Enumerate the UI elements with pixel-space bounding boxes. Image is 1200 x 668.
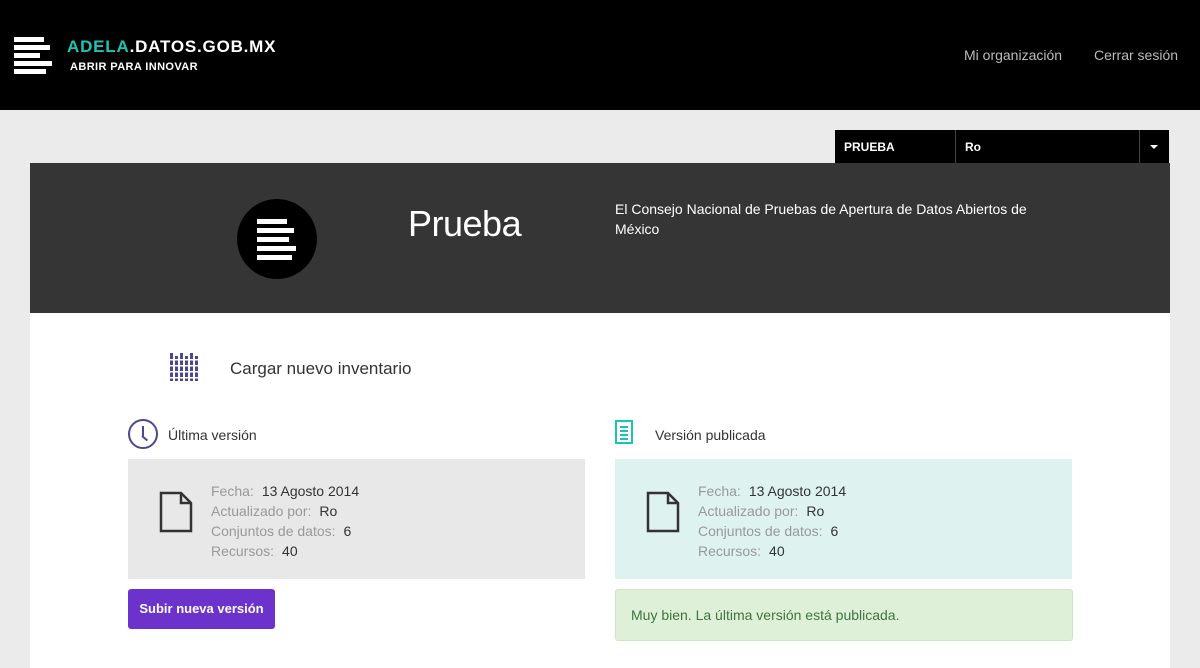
- upload-new-version-button[interactable]: Subir nueva versión: [128, 589, 275, 629]
- published-version-title: Versión publicada: [655, 427, 766, 443]
- detail-row-updated-by: Actualizado por: Ro: [211, 503, 338, 519]
- nav-link-my-organization[interactable]: Mi organización: [964, 47, 1062, 63]
- published-version-card: Fecha: 13 Agosto 2014 Actualizado por: Ro …: [615, 459, 1072, 579]
- detail-row-date: Fecha: 13 Agosto 2014: [211, 483, 360, 499]
- latest-version-details: Fecha: 13 Agosto 2014 Actualizado por: Ro …: [211, 481, 359, 561]
- nav-link-logout[interactable]: Cerrar sesión: [1094, 47, 1178, 63]
- brand-logo-icon: [14, 37, 52, 79]
- detail-row-datasets: Conjuntos de datos: 6: [698, 523, 839, 539]
- file-icon: [646, 491, 680, 533]
- clock-icon: [128, 419, 158, 449]
- organization-avatar: [237, 199, 317, 279]
- divider: [955, 130, 956, 163]
- file-icon: [159, 491, 193, 533]
- detail-row-resources: Recursos: 40: [211, 543, 298, 559]
- detail-row-resources: Recursos: 40: [698, 543, 785, 559]
- brand-title: ADELA.DATOS.GOB.MX: [67, 37, 277, 56]
- detail-row-datasets: Conjuntos de datos: 6: [211, 523, 352, 539]
- chevron-down-icon[interactable]: [1150, 145, 1158, 149]
- main-content: Cargar nuevo inventario Última versión V…: [30, 313, 1170, 668]
- detail-row-updated-by: Actualizado por: Ro: [698, 503, 825, 519]
- current-user: Ro: [965, 140, 981, 154]
- organization-header: Prueba El Consejo Nacional de Pruebas de…: [30, 163, 1170, 313]
- organization-selector[interactable]: PRUEBA Ro: [835, 130, 1169, 163]
- published-status-alert: Muy bien. La última versión está publica…: [615, 589, 1073, 641]
- upload-inventory-label: Cargar nuevo inventario: [230, 359, 412, 378]
- latest-version-card: Fecha: 13 Agosto 2014 Actualizado por: Ro …: [128, 459, 585, 579]
- published-version-details: Fecha: 13 Agosto 2014 Actualizado por: Ro …: [698, 481, 846, 561]
- detail-row-date: Fecha: 13 Agosto 2014: [698, 483, 847, 499]
- top-navbar: ADELA.DATOS.GOB.MX ABRIR PARA INNOVAR Mi…: [0, 0, 1200, 110]
- latest-version-title: Última versión: [168, 427, 257, 443]
- organization-title: Prueba: [408, 203, 522, 244]
- organization-description: El Consejo Nacional de Pruebas de Apertu…: [615, 201, 1027, 237]
- divider: [1139, 130, 1140, 163]
- barcode-grid-icon: [170, 353, 200, 381]
- document-lines-icon: [615, 420, 633, 444]
- brand-tagline: ABRIR PARA INNOVAR: [70, 61, 198, 73]
- brand-link[interactable]: ADELA.DATOS.GOB.MX ABRIR PARA INNOVAR: [14, 37, 284, 79]
- selected-organization: PRUEBA: [844, 140, 895, 154]
